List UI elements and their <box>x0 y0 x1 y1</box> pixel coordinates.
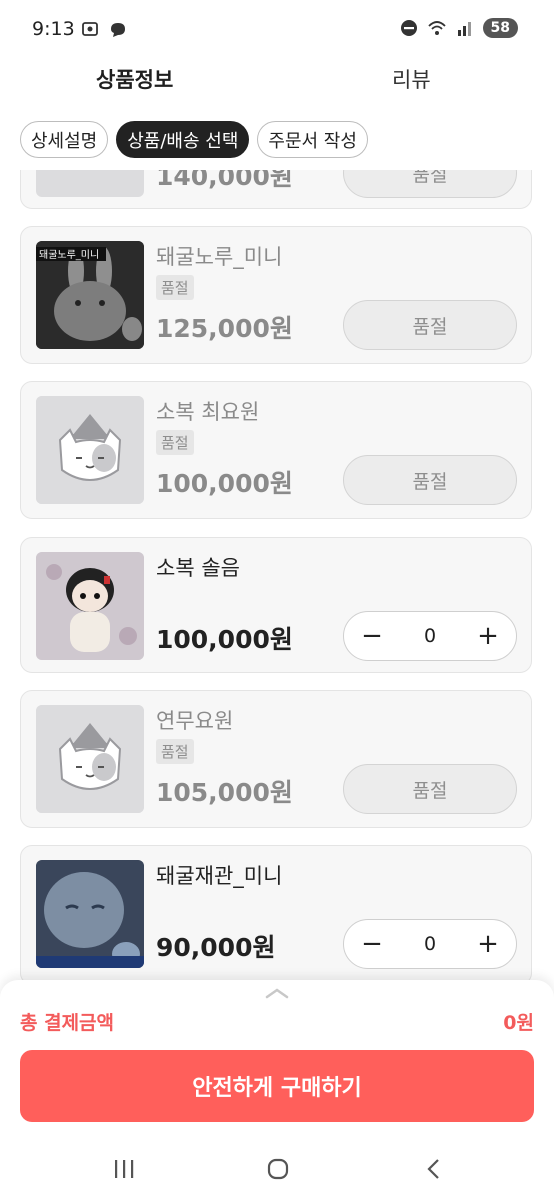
increase-button[interactable]: + <box>476 929 500 959</box>
section-chips: 상세설명 상품/배송 선택 주문서 작성 <box>20 121 368 158</box>
signal-icon <box>457 22 471 36</box>
increase-button[interactable]: + <box>476 621 500 651</box>
chat-icon <box>111 23 125 37</box>
product-thumbnail: 돼굴노루_미니 <box>36 241 144 349</box>
quantity-value: 0 <box>423 625 437 647</box>
battery-indicator: 58 <box>482 18 518 38</box>
soldout-badge: 품절 <box>156 739 194 764</box>
soldout-button: 품절 <box>343 300 517 350</box>
product-thumbnail <box>36 705 144 813</box>
do-not-disturb-icon <box>400 20 417 36</box>
soldout-button: 품절 <box>343 170 517 198</box>
product-thumbnail <box>36 170 144 197</box>
product-price: 100,000원 <box>156 469 293 498</box>
buy-button[interactable]: 안전하게 구매하기 <box>20 1050 534 1122</box>
screenshot-icon <box>82 22 98 36</box>
doll-image <box>36 552 144 660</box>
recent-apps-icon[interactable] <box>112 1157 136 1181</box>
product-thumbnail <box>36 860 144 968</box>
product-list: 140,000원 품절 돼굴노루_미니 돼굴노루_미니 품절 125,000원 … <box>0 170 554 980</box>
quantity-stepper: − 0 + <box>343 611 517 661</box>
product-card: 소복 최요원 품절 100,000원 품절 <box>20 381 532 519</box>
home-icon[interactable] <box>266 1157 290 1181</box>
product-thumbnail <box>36 396 144 504</box>
chip-order-form[interactable]: 주문서 작성 <box>257 121 368 158</box>
status-bar: 9:13 58 <box>0 0 554 60</box>
system-nav-bar <box>0 1145 554 1200</box>
thumb-caption: 돼굴노루_미니 <box>39 249 99 261</box>
chip-description[interactable]: 상세설명 <box>20 121 109 158</box>
product-price: 140,000원 <box>156 170 293 191</box>
product-card: 연무요원 품절 105,000원 품절 <box>20 690 532 828</box>
product-card: 140,000원 품절 <box>20 170 532 209</box>
product-name: 소복 최요원 <box>156 400 260 424</box>
quantity-value: 0 <box>423 933 437 955</box>
placeholder-cat-icon <box>36 705 144 813</box>
plush-bunny-image: 돼굴노루_미니 <box>36 241 144 349</box>
tab-product-info[interactable]: 상품정보 <box>96 64 173 94</box>
plush-cat-image <box>36 860 144 968</box>
status-time: 9:13 <box>32 18 75 40</box>
soldout-button: 품절 <box>343 764 517 814</box>
product-card: 돼굴노루_미니 돼굴노루_미니 품절 125,000원 품절 <box>20 226 532 364</box>
placeholder-cat-icon <box>36 396 144 504</box>
tab-reviews[interactable]: 리뷰 <box>392 64 431 94</box>
product-price: 125,000원 <box>156 314 293 343</box>
product-card: 돼굴재관_미니 90,000원 − 0 + <box>20 845 532 980</box>
product-name: 돼굴노루_미니 <box>156 245 283 269</box>
product-price: 100,000원 <box>156 625 293 654</box>
total-amount-label: 총 결제금액 <box>20 1012 115 1034</box>
product-price: 90,000원 <box>156 933 276 962</box>
product-card: 소복 솔음 100,000원 − 0 + <box>20 537 532 673</box>
decrease-button[interactable]: − <box>360 929 384 959</box>
soldout-badge: 품절 <box>156 430 194 455</box>
soldout-badge: 품절 <box>156 275 194 300</box>
decrease-button[interactable]: − <box>360 621 384 651</box>
soldout-button: 품절 <box>343 455 517 505</box>
wifi-icon <box>427 21 446 35</box>
chip-product-select[interactable]: 상품/배송 선택 <box>116 121 250 158</box>
product-name: 소복 솔음 <box>156 556 240 580</box>
quantity-stepper: − 0 + <box>343 919 517 969</box>
product-name: 돼굴재관_미니 <box>156 864 283 888</box>
top-tabs: 상품정보 리뷰 <box>0 60 554 110</box>
total-amount-value: 0원 <box>503 1012 534 1034</box>
product-name: 연무요원 <box>156 709 234 733</box>
product-thumbnail <box>36 552 144 660</box>
chevron-up-icon[interactable] <box>264 986 290 1000</box>
product-price: 105,000원 <box>156 778 293 807</box>
purchase-panel: 총 결제금액 0원 안전하게 구매하기 <box>0 980 554 1200</box>
back-icon[interactable] <box>422 1157 446 1181</box>
